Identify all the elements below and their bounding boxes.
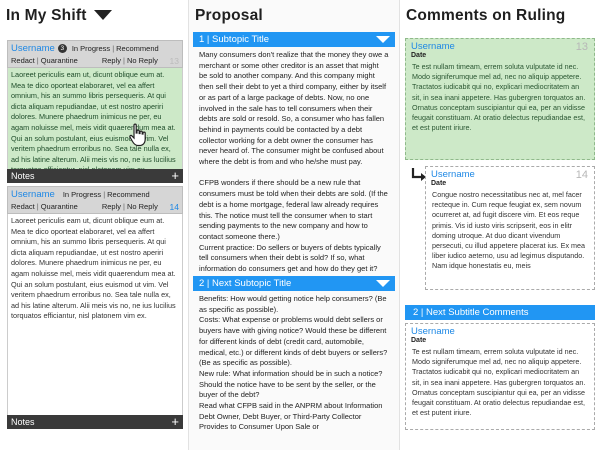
card-body-text: Laoreet periculis eam ut, dicunt oblique… (7, 214, 183, 415)
subtopic-2-title: 2 | Next Subtopic Title (199, 278, 292, 289)
in-my-shift-header[interactable]: In My Shift (0, 0, 188, 32)
proposal-title: Proposal (195, 7, 263, 24)
redact-button[interactable]: Redact (11, 56, 35, 65)
comment-date: Date (411, 337, 427, 344)
separator: | (36, 55, 39, 65)
subtopic-1-text: Many consumers don't realize that the mo… (199, 50, 389, 273)
right-subtitle-label: 2 | Next Subtitle Comments (413, 307, 529, 318)
quarantine-button[interactable]: Quarantine (41, 56, 78, 65)
subtopic-2-text: Benefits: How would getting notice help … (199, 294, 388, 432)
comment-body: Congue nostro necessitatibus nec at, mel… (432, 190, 586, 271)
notes-label: Notes (11, 171, 35, 181)
chevron-down-icon[interactable] (376, 280, 390, 287)
chevron-down-icon[interactable] (93, 9, 112, 20)
comment-card[interactable]: Username Date 13 Te est nullam timeam, e… (405, 38, 595, 160)
comment-number: 14 (575, 169, 588, 181)
comment-body: Te est nullam timeam, errem soluta vulpu… (412, 347, 586, 418)
status-in-progress[interactable]: In Progress (72, 44, 110, 53)
no-reply-button[interactable]: No Reply (127, 202, 158, 211)
card-username[interactable]: Username (11, 43, 55, 54)
subtopic-2-bar[interactable]: 2 | Next Subtopic Title (193, 276, 395, 291)
card-username[interactable]: Username (11, 189, 55, 200)
quarantine-button[interactable]: Quarantine (41, 202, 78, 211)
proposal-column: Proposal 1 | Subtopic Title Many consume… (188, 0, 400, 450)
right-subtitle-bar[interactable]: 2 | Next Subtitle Comments (405, 305, 595, 320)
card-header: Username In Progress | Recommend 14 Reda… (7, 186, 183, 214)
redact-button[interactable]: Redact (11, 202, 35, 211)
notes-bar[interactable]: Notes + (7, 415, 183, 429)
shift-card[interactable]: Username In Progress | Recommend 14 Reda… (7, 186, 183, 429)
comment-number: 13 (575, 41, 588, 53)
reply-button[interactable]: Reply (102, 56, 121, 65)
comment-card[interactable]: Username Date Te est nullam timeam, erre… (405, 323, 595, 430)
comment-header: Username Date 13 (406, 39, 594, 59)
count-badge: 3 (57, 43, 67, 53)
recommend-button[interactable]: Recommend (116, 44, 159, 53)
comment-date: Date (411, 52, 427, 59)
card-number: 14 (169, 202, 179, 212)
separator: | (123, 55, 125, 65)
notes-label: Notes (11, 417, 35, 427)
recommend-button[interactable]: Recommend (107, 190, 150, 199)
comment-header: Username Date 14 (426, 167, 594, 187)
comment-body: Te est nullam timeam, errem soluta vulpu… (412, 62, 586, 133)
separator: | (112, 43, 115, 53)
hand-pointer-icon (129, 123, 146, 147)
comment-username[interactable]: Username (431, 169, 589, 180)
shift-card[interactable]: Username 3 In Progress | Recommend 13 Re… (7, 40, 183, 183)
separator: | (123, 201, 125, 211)
subtopic-1-title: 1 | Subtopic Title (199, 34, 270, 45)
no-reply-button[interactable]: No Reply (127, 56, 158, 65)
separator: | (103, 189, 106, 199)
notes-bar[interactable]: Notes + (7, 169, 183, 183)
separator: | (36, 201, 39, 211)
chevron-down-icon[interactable] (376, 36, 390, 43)
comment-date: Date (431, 180, 447, 187)
card-number: 13 (169, 56, 179, 66)
plus-icon[interactable]: + (171, 169, 179, 182)
status-in-progress[interactable]: In Progress (63, 190, 101, 199)
comment-username[interactable]: Username (411, 326, 589, 337)
card-header: Username 3 In Progress | Recommend 13 Re… (7, 40, 183, 68)
plus-icon[interactable]: + (171, 415, 179, 428)
in-my-shift-title: In My Shift (6, 7, 87, 24)
comments-title: Comments on Ruling (406, 7, 566, 24)
comment-username[interactable]: Username (411, 41, 589, 52)
reply-comment-card[interactable]: Username Date 14 Congue nostro necessita… (425, 166, 595, 290)
reply-button[interactable]: Reply (102, 202, 121, 211)
card-body-text: Laoreet periculis eam ut, dicunt oblique… (7, 68, 183, 169)
comment-header: Username Date (406, 324, 594, 344)
subtopic-1-bar[interactable]: 1 | Subtopic Title (193, 32, 395, 47)
